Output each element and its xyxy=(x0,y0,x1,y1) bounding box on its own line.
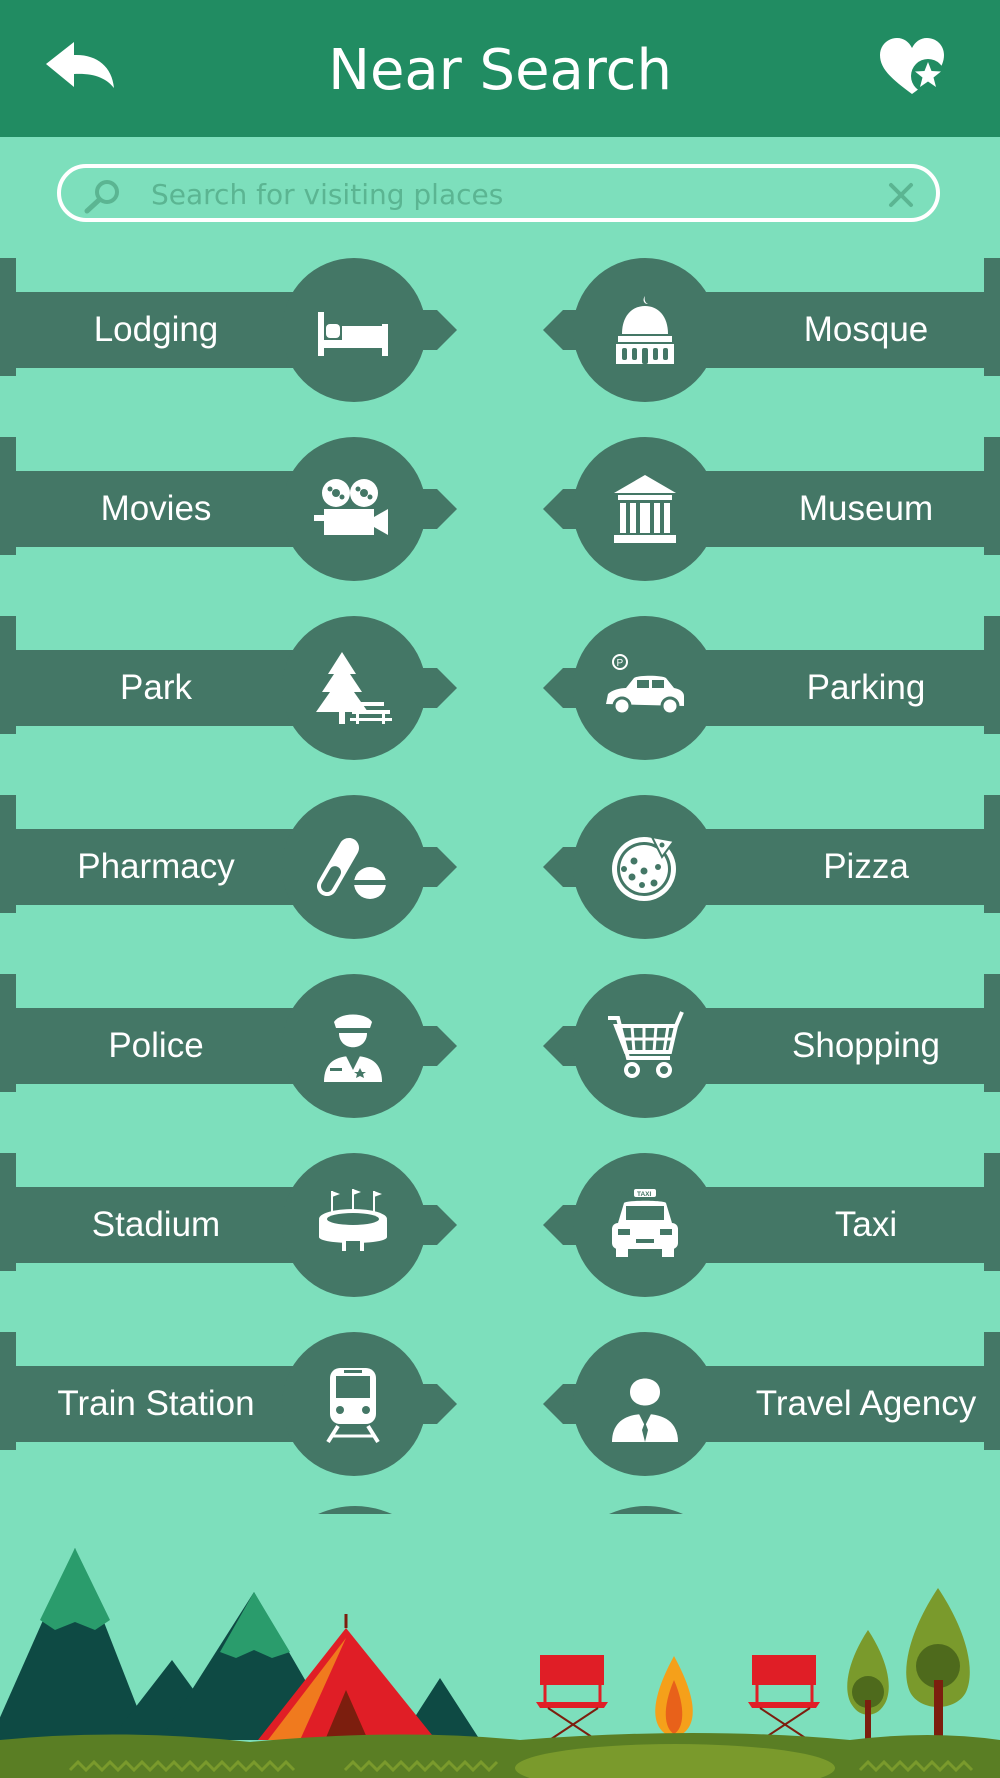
search-icon xyxy=(84,180,119,214)
stadium-icon xyxy=(319,1189,387,1251)
favorites-button[interactable] xyxy=(880,38,950,98)
svg-text:TAXI: TAXI xyxy=(637,1191,652,1198)
category-label: Lodging xyxy=(93,310,219,349)
tree-bench-icon xyxy=(316,652,392,724)
category-park-button[interactable]: Park xyxy=(0,616,470,761)
category-label: Stadium xyxy=(91,1205,221,1244)
category-label: Parking xyxy=(806,668,926,707)
close-icon[interactable] xyxy=(886,180,916,210)
policeman-icon xyxy=(324,1014,382,1082)
category-label: Travel Agency xyxy=(755,1384,977,1423)
category-label: Shopping xyxy=(792,1026,940,1065)
category-travel-agency-button[interactable]: Travel Agency xyxy=(530,1332,1000,1477)
search-input[interactable] xyxy=(149,174,833,214)
app-header: Near Search xyxy=(0,0,1000,137)
category-label: Police xyxy=(108,1026,204,1065)
category-police-button[interactable]: Police xyxy=(0,974,470,1119)
category-mosque-button[interactable]: Mosque xyxy=(530,258,1000,403)
taxi-icon: TAXI xyxy=(612,1189,678,1257)
category-movies-button[interactable]: Movies xyxy=(0,437,470,582)
svg-text:P: P xyxy=(617,658,624,669)
category-stadium-button[interactable]: Stadium xyxy=(0,1153,470,1298)
category-shopping-button[interactable]: Shopping xyxy=(530,974,1000,1119)
category-label: Taxi xyxy=(834,1205,898,1244)
museum-icon xyxy=(614,475,676,543)
search-bar xyxy=(57,164,940,222)
category-label: Park xyxy=(120,668,192,707)
car-parking-icon: P xyxy=(606,654,684,716)
category-pizza-button[interactable]: Pizza xyxy=(530,795,1000,940)
category-taxi-button[interactable]: Taxi TAXI xyxy=(530,1153,1000,1298)
category-label: Museum xyxy=(798,489,934,528)
category-train-station-button[interactable]: Train Station xyxy=(0,1332,470,1477)
category-label: Movies xyxy=(100,489,212,528)
train-icon xyxy=(326,1368,380,1444)
travel-agent-icon xyxy=(612,1373,678,1442)
heart-star-icon xyxy=(880,38,945,94)
mosque-icon xyxy=(616,296,674,364)
category-label: Train Station xyxy=(57,1384,255,1423)
category-parking-button[interactable]: Parking P xyxy=(530,616,1000,761)
category-label: Pharmacy xyxy=(77,847,235,886)
shopping-cart-icon xyxy=(608,1011,684,1078)
movie-camera-icon xyxy=(314,479,388,535)
pills-icon xyxy=(317,837,386,899)
camping-landscape-illustration xyxy=(0,1548,1000,1778)
page-title: Near Search xyxy=(328,38,672,103)
category-label: Pizza xyxy=(823,847,909,886)
category-lodging-button[interactable]: Lodging xyxy=(0,258,470,403)
pizza-icon xyxy=(612,835,676,901)
category-museum-button[interactable]: Museum xyxy=(530,437,1000,582)
bed-icon xyxy=(318,312,388,356)
category-label: Mosque xyxy=(803,310,929,349)
category-pharmacy-button[interactable]: Pharmacy xyxy=(0,795,470,940)
divider-decoration xyxy=(318,1506,683,1514)
